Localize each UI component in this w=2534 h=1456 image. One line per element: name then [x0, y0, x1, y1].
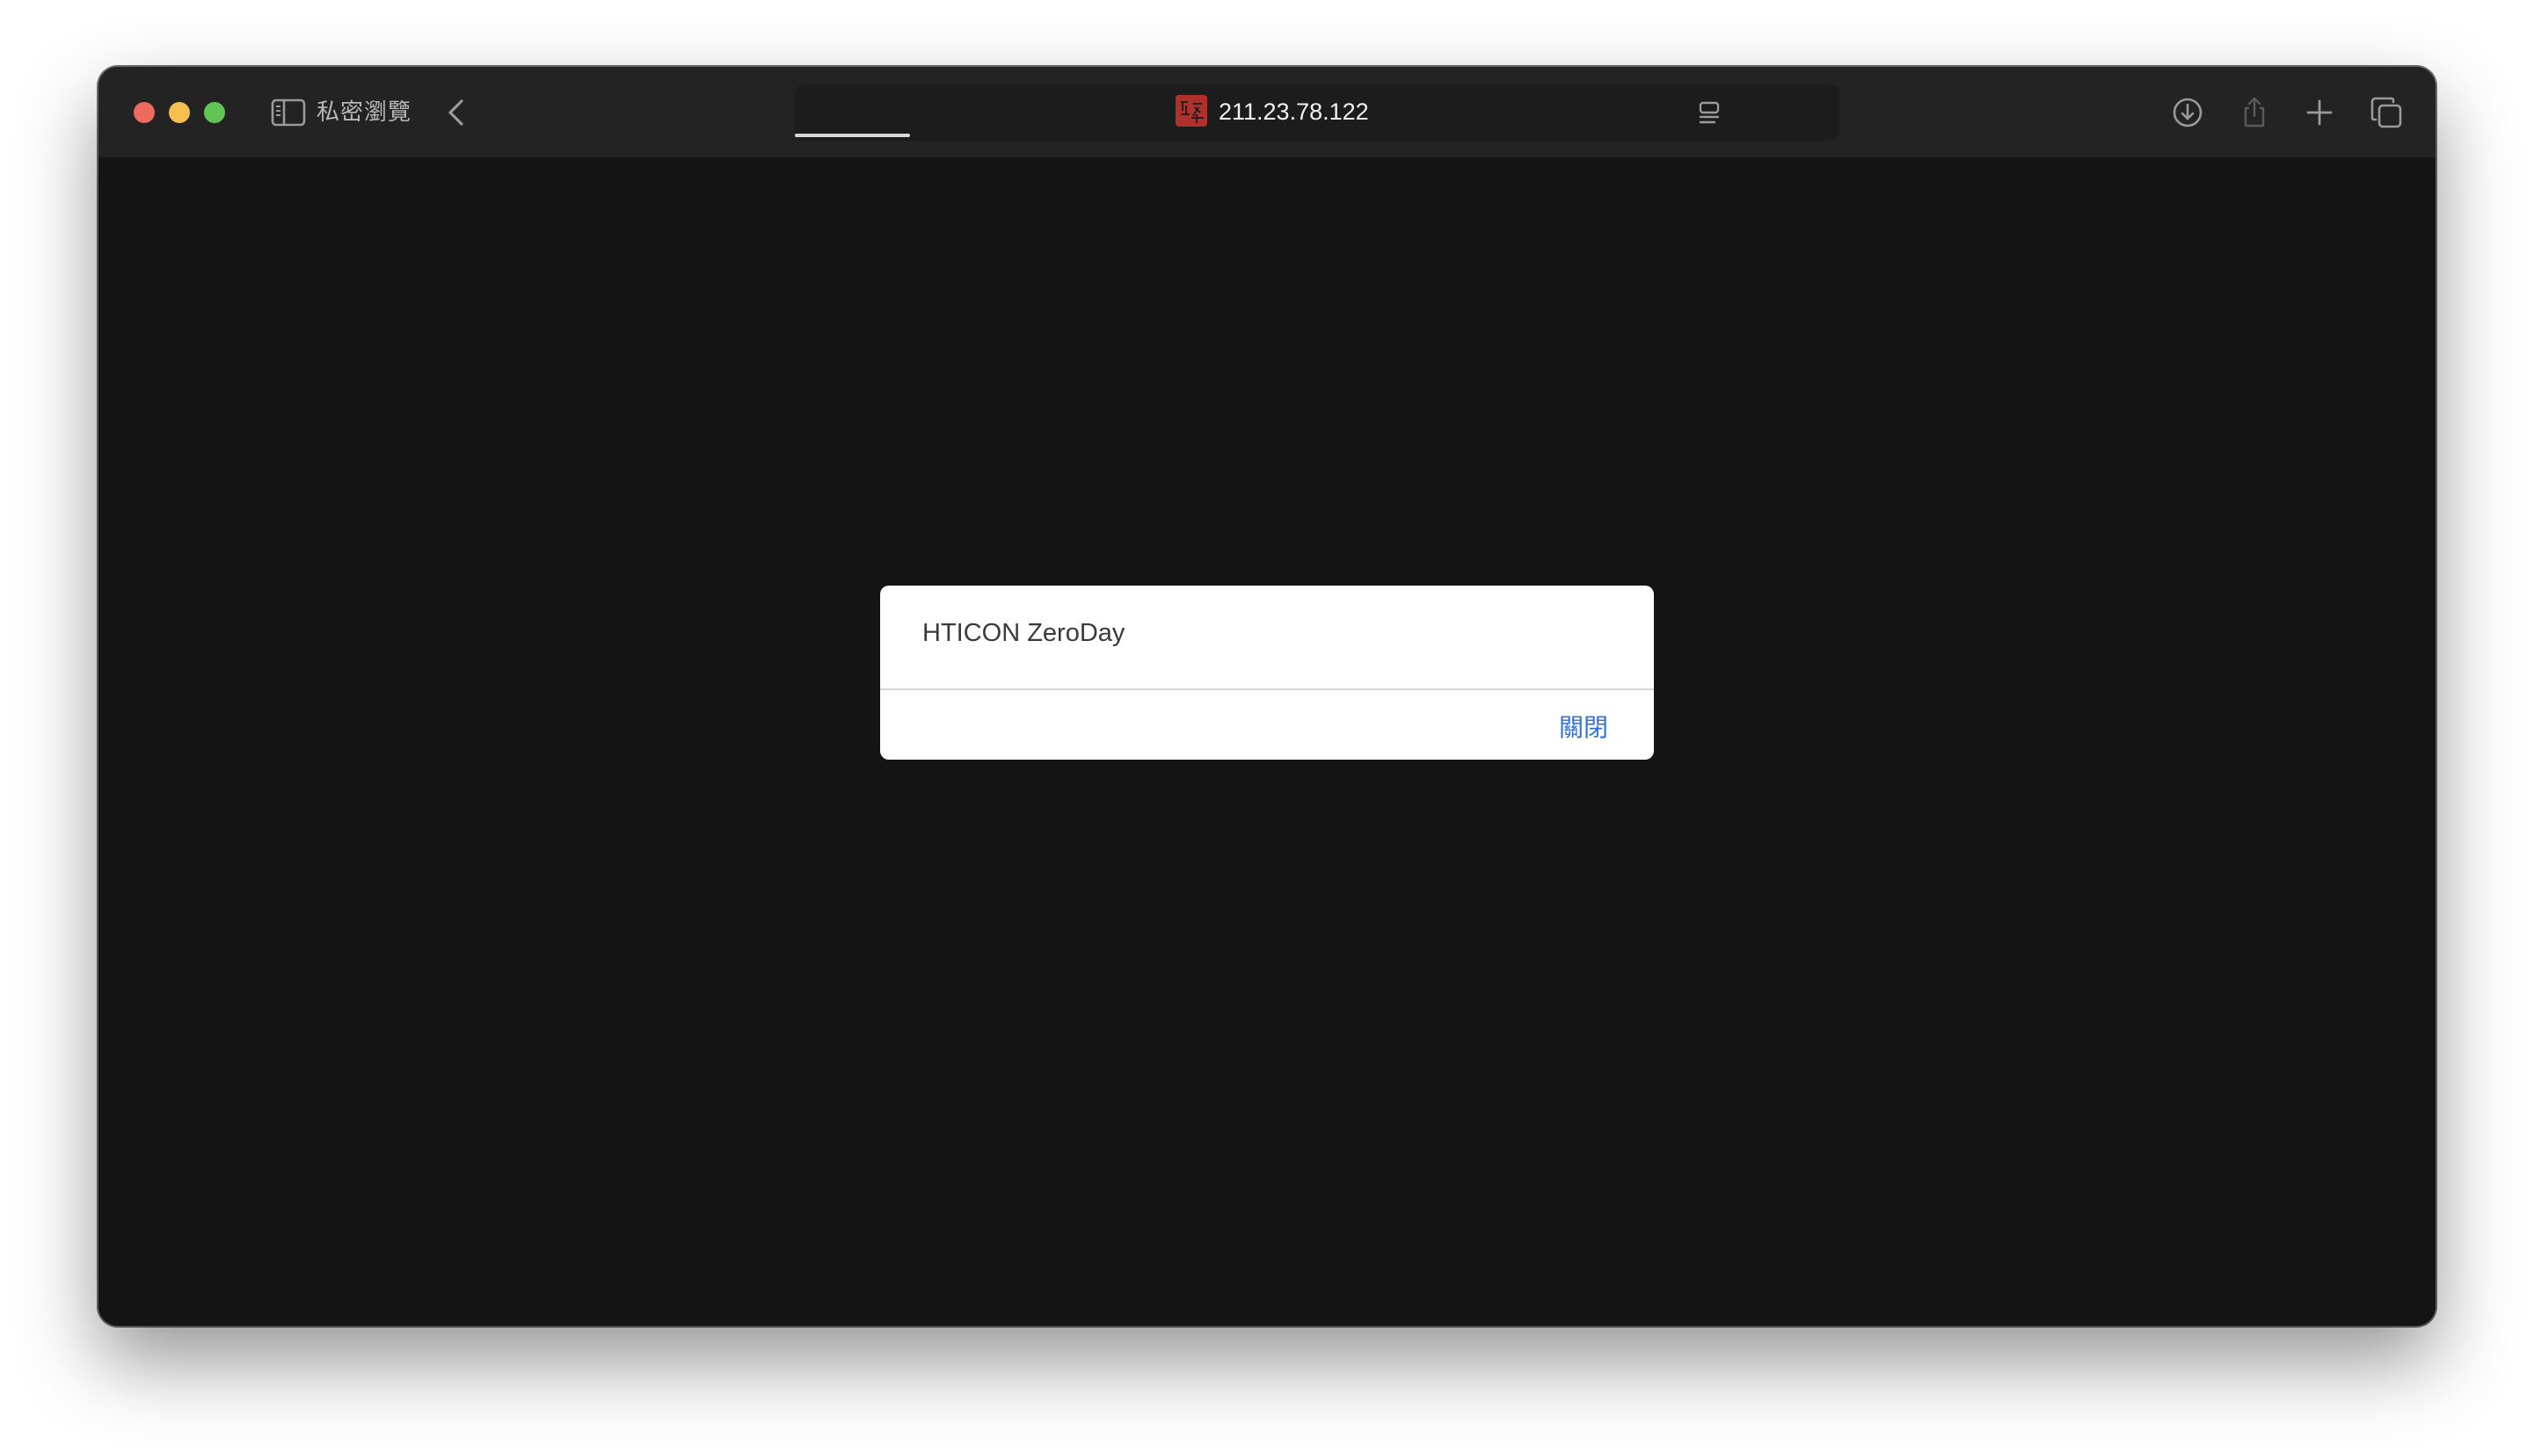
page-load-progress: [795, 134, 1839, 137]
browser-toolbar: 私密瀏覽 211.23.78.122: [98, 67, 2436, 157]
browser-window: 私密瀏覽 211.23.78.122 HTICON ZeroDay 關閉: [98, 67, 2436, 1326]
page-load-progress-fill: [795, 134, 910, 137]
close-dialog-button[interactable]: 關閉: [1559, 709, 1608, 744]
sidebar-icon[interactable]: [271, 97, 306, 128]
address-text[interactable]: 211.23.78.122: [1219, 95, 1369, 128]
minimize-window-button[interactable]: [169, 102, 190, 123]
share-icon[interactable]: [2237, 95, 2272, 130]
chevron-left-icon[interactable]: [440, 95, 475, 130]
alert-dialog: HTICON ZeroDay 關閉: [880, 586, 1654, 760]
close-window-button[interactable]: [134, 102, 155, 123]
site-favicon: [1176, 95, 1207, 127]
tab-overview-icon[interactable]: [2369, 95, 2404, 130]
plus-icon[interactable]: [2302, 95, 2337, 130]
maximize-window-button[interactable]: [204, 102, 225, 123]
alert-message: HTICON ZeroDay: [922, 619, 1125, 647]
download-icon[interactable]: [2170, 95, 2205, 130]
reader-icon[interactable]: [1693, 97, 1725, 128]
dialog-divider: [880, 688, 1654, 690]
private-browsing-label: 私密瀏覽: [317, 99, 412, 126]
